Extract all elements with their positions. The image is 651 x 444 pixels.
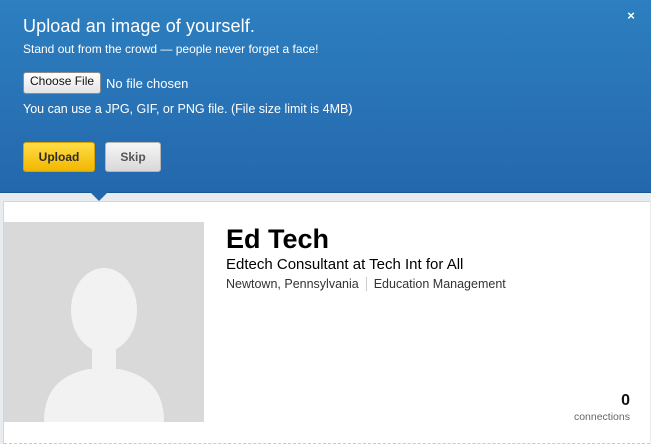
upload-button[interactable]: Upload: [23, 142, 95, 172]
choose-file-button[interactable]: Choose File: [23, 72, 102, 94]
profile-industry[interactable]: Education Management: [374, 277, 506, 291]
file-picker: Choose File No file chosen: [23, 72, 188, 94]
banner-pointer-arrow: [90, 192, 108, 201]
page: Upload an image of yourself. Stand out f…: [0, 0, 651, 444]
connections-label: connections: [573, 411, 630, 423]
banner-title: Upload an image of yourself.: [23, 16, 255, 36]
banner-subtitle: Stand out from the crowd — people never …: [23, 42, 319, 56]
file-status-text: No file chosen: [106, 75, 189, 91]
meta-divider: [365, 277, 367, 291]
upload-photo-banner: Upload an image of yourself. Stand out f…: [0, 0, 651, 193]
profile-name: Ed Tech: [226, 224, 330, 254]
profile-location[interactable]: Newtown, Pennsylvania: [226, 277, 359, 291]
skip-button[interactable]: Skip: [105, 142, 161, 172]
connections-counter: 0 connections: [574, 392, 630, 424]
connections-count: 0: [621, 392, 630, 409]
file-limit-text: You can use a JPG, GIF, or PNG file. (Fi…: [23, 102, 353, 116]
avatar[interactable]: [4, 222, 204, 422]
avatar-silhouette-icon: [4, 222, 204, 422]
close-icon[interactable]: ×: [622, 7, 640, 25]
profile-headline: Edtech Consultant at Tech Int for All: [226, 256, 464, 273]
profile-meta: Newtown, Pennsylvania Education Manageme…: [226, 277, 506, 291]
profile-card: Ed Tech Edtech Consultant at Tech Int fo…: [3, 201, 650, 444]
